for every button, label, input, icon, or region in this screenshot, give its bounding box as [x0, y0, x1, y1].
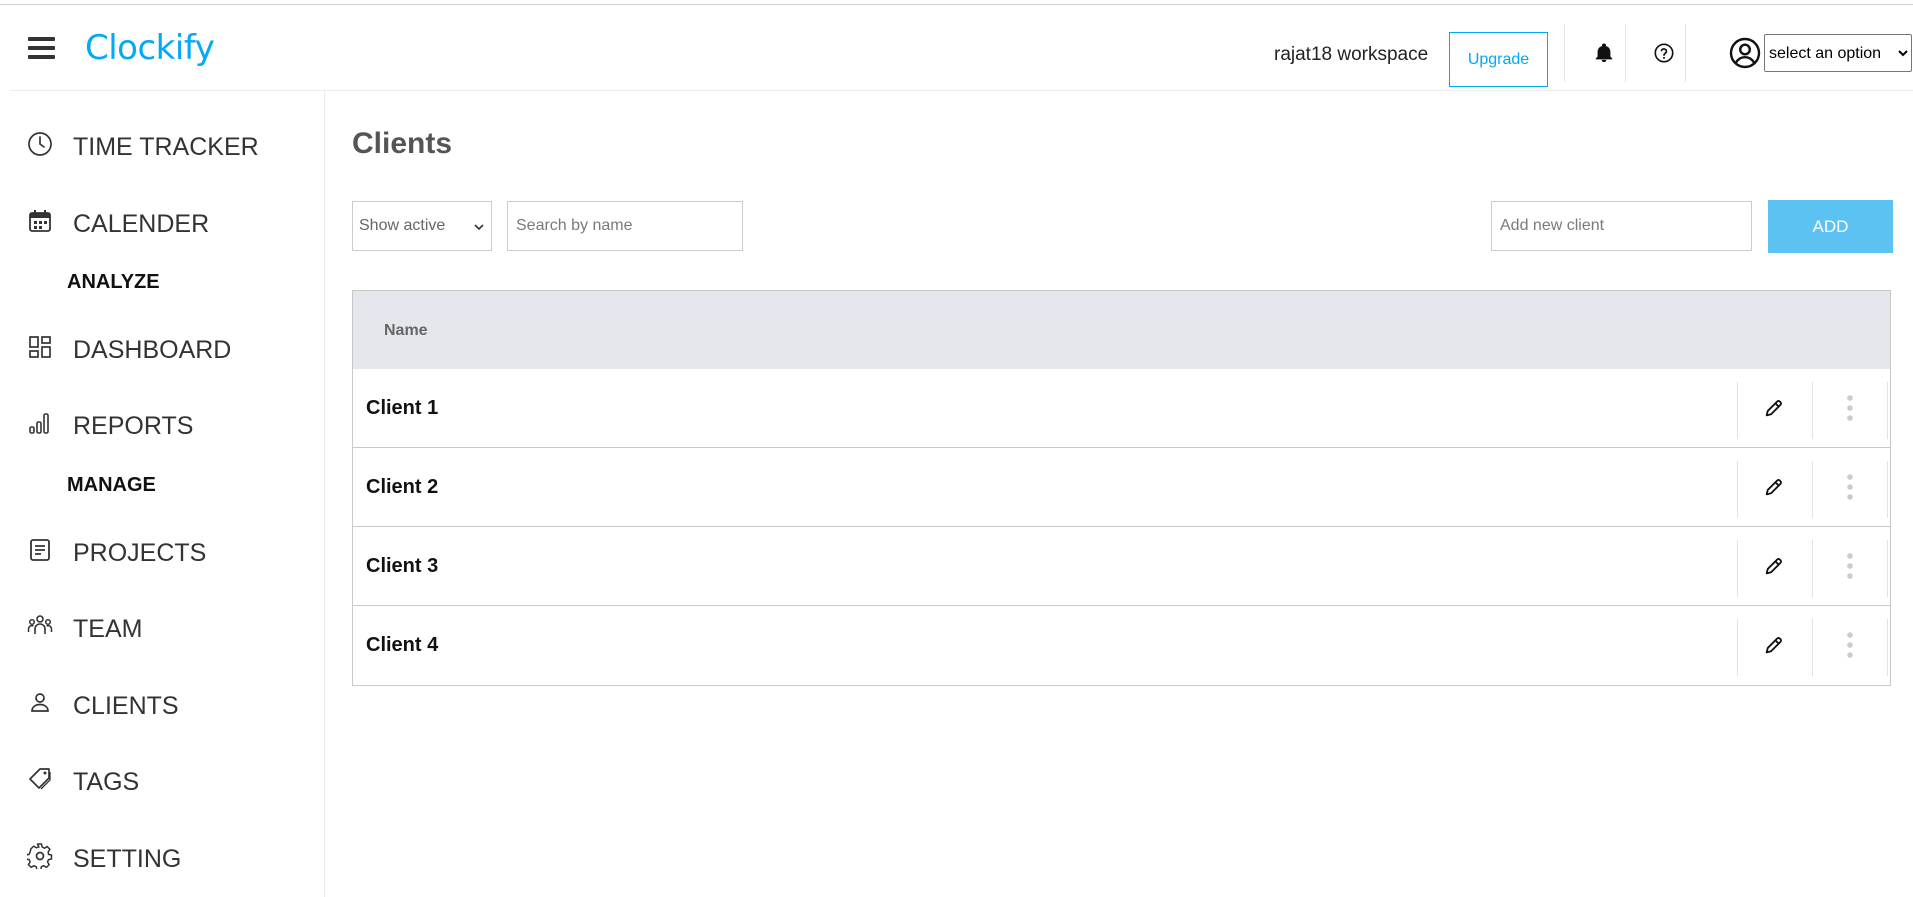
divider — [1812, 619, 1813, 676]
window-top-border — [0, 4, 1913, 5]
sidebar: TIME TRACKER CALENDER ANALYZE DASHBOARD … — [10, 91, 325, 897]
new-client-input[interactable] — [1491, 201, 1752, 251]
status-filter-select[interactable]: Show active — [352, 201, 492, 251]
pencil-icon[interactable] — [1763, 476, 1785, 498]
more-vertical-icon[interactable] — [1837, 630, 1863, 660]
add-client-button[interactable]: ADD — [1768, 200, 1893, 253]
section-heading-manage: MANAGE — [67, 474, 156, 496]
clock-icon — [27, 131, 53, 157]
divider — [1737, 540, 1738, 597]
pencil-icon[interactable] — [1763, 634, 1785, 656]
divider — [1685, 24, 1686, 82]
sidebar-item-label: TIME TRACKER — [73, 133, 259, 161]
top-bar: Clockify rajat18 workspace Upgrade selec… — [10, 14, 1913, 91]
table-row: Client 4 — [353, 606, 1890, 684]
client-name[interactable]: Client 3 — [366, 555, 438, 578]
help-icon[interactable] — [1653, 42, 1675, 64]
sidebar-item-tags[interactable]: TAGS — [10, 766, 324, 816]
person-icon — [27, 690, 53, 716]
divider — [1625, 24, 1626, 82]
document-icon — [27, 537, 53, 563]
table-row: Client 2 — [353, 448, 1890, 527]
bell-icon[interactable] — [1593, 42, 1615, 64]
divider — [1887, 382, 1888, 439]
team-icon — [27, 613, 53, 639]
client-name[interactable]: Client 4 — [366, 634, 438, 657]
user-avatar-icon[interactable] — [1729, 37, 1761, 69]
workspace-name[interactable]: rajat18 workspace — [1274, 44, 1428, 66]
divider — [1887, 461, 1888, 518]
sidebar-item-label: DASHBOARD — [73, 336, 232, 364]
divider — [1812, 540, 1813, 597]
table-row: Client 3 — [353, 527, 1890, 606]
divider — [1812, 461, 1813, 518]
user-options-select[interactable]: select an option — [1764, 34, 1912, 72]
sidebar-item-calender[interactable]: CALENDER — [10, 208, 324, 258]
more-vertical-icon[interactable] — [1837, 551, 1863, 581]
hamburger-menu-icon[interactable] — [28, 37, 55, 65]
table-row: Client 1 — [353, 369, 1890, 448]
sidebar-item-label: TAGS — [73, 768, 140, 796]
gear-icon — [25, 843, 53, 871]
pencil-icon[interactable] — [1763, 555, 1785, 577]
more-vertical-icon[interactable] — [1837, 393, 1863, 423]
sidebar-item-setting[interactable]: SETTING — [10, 843, 324, 893]
search-input[interactable] — [507, 201, 743, 251]
bar-chart-icon — [27, 410, 53, 436]
divider — [1737, 619, 1738, 676]
divider — [1812, 382, 1813, 439]
sidebar-item-label: CALENDER — [73, 210, 210, 238]
sidebar-item-label: TEAM — [73, 615, 143, 643]
calendar-icon — [27, 208, 53, 234]
tag-icon — [27, 766, 53, 792]
sidebar-item-clients[interactable]: CLIENTS — [10, 690, 324, 740]
sidebar-item-label: REPORTS — [73, 412, 194, 440]
client-name[interactable]: Client 1 — [366, 397, 438, 420]
divider — [1887, 619, 1888, 676]
divider — [1737, 382, 1738, 439]
sidebar-item-time-tracker[interactable]: TIME TRACKER — [10, 131, 324, 181]
sidebar-item-label: PROJECTS — [73, 539, 207, 567]
client-name[interactable]: Client 2 — [366, 476, 438, 499]
divider — [1737, 461, 1738, 518]
section-heading-analyze: ANALYZE — [67, 271, 160, 293]
divider — [1887, 540, 1888, 597]
clockify-logo[interactable]: Clockify — [85, 28, 215, 68]
sidebar-item-label: CLIENTS — [73, 692, 179, 720]
name-column-header[interactable]: Name — [384, 322, 428, 340]
clients-table: Name Client 1 Client 2 Client 3 Client 4 — [352, 290, 1891, 686]
divider — [1564, 24, 1565, 82]
dashboard-icon — [27, 334, 53, 360]
sidebar-item-team[interactable]: TEAM — [10, 613, 324, 663]
sidebar-item-label: SETTING — [73, 845, 182, 873]
sidebar-item-reports[interactable]: REPORTS — [10, 410, 324, 460]
chevron-down-icon — [473, 220, 485, 232]
sidebar-item-projects[interactable]: PROJECTS — [10, 537, 324, 587]
more-vertical-icon[interactable] — [1837, 472, 1863, 502]
sidebar-item-dashboard[interactable]: DASHBOARD — [10, 334, 324, 384]
upgrade-button[interactable]: Upgrade — [1449, 32, 1548, 87]
pencil-icon[interactable] — [1763, 397, 1785, 419]
logo-text: Clockify — [85, 28, 215, 68]
table-header: Name — [353, 291, 1890, 370]
page-title: Clients — [352, 127, 453, 160]
status-filter-value: Show active — [359, 217, 446, 234]
